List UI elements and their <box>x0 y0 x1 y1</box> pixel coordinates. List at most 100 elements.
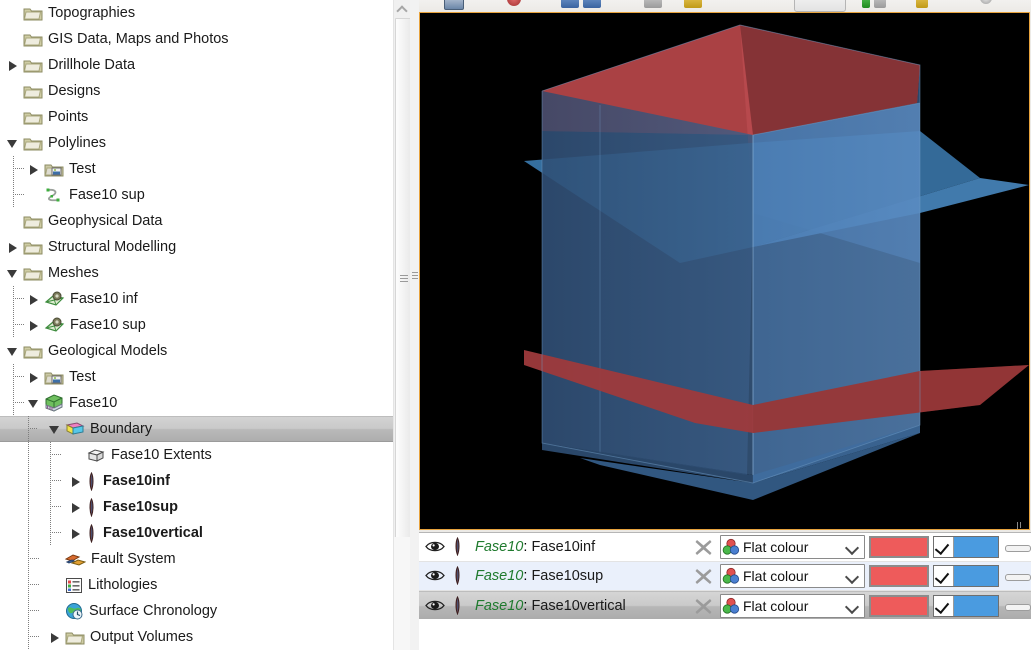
layer-opacity-group[interactable] <box>933 536 999 558</box>
tree-item-designs[interactable]: Designs <box>0 78 393 104</box>
layer-row[interactable]: Fase10: Fase10vertical Flat colour <box>419 591 1031 621</box>
project-explorer-panel[interactable]: Topographies GIS Data, Maps and Photos Dri… <box>0 0 393 650</box>
viewport-resize-grip-icon[interactable] <box>1017 522 1025 529</box>
tree-twisty-collapsed-icon[interactable] <box>69 520 84 546</box>
toolbar-icon-redo[interactable] <box>583 0 601 8</box>
tree-item-points[interactable]: Points <box>0 104 393 130</box>
toolbar-dropdown-button[interactable] <box>794 0 846 12</box>
tree-item-surface-chronology[interactable]: Surface Chronology <box>0 598 393 624</box>
colour-mode-dropdown[interactable]: Flat colour <box>720 535 865 559</box>
layer-opacity-checkbox[interactable] <box>934 596 954 616</box>
remove-layer-icon[interactable] <box>694 597 713 620</box>
toolbar-icon-yellow-marker[interactable] <box>916 0 928 8</box>
layer-visibility-toggle[interactable] <box>419 592 449 620</box>
tree-twisty-expanded-icon[interactable] <box>6 338 21 364</box>
tree-item-boundary[interactable]: Boundary <box>0 416 393 442</box>
layer-opacity-checkbox[interactable] <box>934 537 954 557</box>
scrollbar-track[interactable] <box>394 537 410 650</box>
tree-twisty-collapsed-icon[interactable] <box>6 234 21 260</box>
viewport-toolbar[interactable] <box>419 0 1031 12</box>
layer-remove-button[interactable] <box>686 533 720 561</box>
tree-twisty-collapsed-icon[interactable] <box>27 312 42 338</box>
tree-item-polylines[interactable]: Polylines <box>0 130 393 156</box>
layer-row[interactable]: Fase10: Fase10sup Flat colour <box>419 562 1031 591</box>
layer-opacity-slider[interactable] <box>1003 562 1031 590</box>
colour-mode-dropdown[interactable]: Flat colour <box>720 594 865 618</box>
tree-item-fase10vertical[interactable]: Fase10vertical <box>0 520 393 546</box>
tree-item-geophysical-data[interactable]: Geophysical Data <box>0 208 393 234</box>
layer-opacity-group[interactable] <box>933 595 999 617</box>
remove-layer-icon[interactable] <box>694 538 713 561</box>
visibility-eye-icon[interactable] <box>425 568 445 587</box>
layer-remove-button[interactable] <box>686 592 720 620</box>
folder-icon <box>23 135 43 151</box>
layer-opacity-slider[interactable] <box>1003 592 1031 620</box>
tree-item-fase10inf[interactable]: Fase10inf <box>0 468 393 494</box>
tree-twisty-collapsed-icon[interactable] <box>27 156 42 182</box>
layer-opacity-colour[interactable] <box>954 537 998 557</box>
layer-visibility-toggle[interactable] <box>419 562 449 590</box>
scene-layer-list[interactable]: Fase10: Fase10inf Flat colour Fase10: Fase… <box>419 532 1031 651</box>
layer-colour-swatch[interactable] <box>869 536 929 558</box>
tree-item-structural-modelling[interactable]: Structural Modelling <box>0 234 393 260</box>
layer-remove-button[interactable] <box>686 562 720 590</box>
layer-opacity-colour[interactable] <box>954 566 998 586</box>
panel-splitter[interactable] <box>410 0 419 650</box>
tree-item-fase10-extents[interactable]: Fase10 Extents <box>0 442 393 468</box>
tree-item-lithologies[interactable]: Lithologies <box>0 572 393 598</box>
tree-twisty-collapsed-icon[interactable] <box>69 494 84 520</box>
visibility-eye-icon[interactable] <box>425 598 445 617</box>
3d-scene-viewport[interactable] <box>419 12 1030 530</box>
chevron-down-icon[interactable] <box>844 569 860 585</box>
chevron-down-icon[interactable] <box>844 540 860 556</box>
toolbar-icon-yellow-tool[interactable] <box>684 0 702 8</box>
tree-twisty-expanded-icon[interactable] <box>6 260 21 286</box>
layer-opacity-slider[interactable] <box>1003 533 1031 561</box>
remove-layer-icon[interactable] <box>694 567 713 590</box>
layer-opacity-group[interactable] <box>933 565 999 587</box>
folder-icon <box>23 57 43 73</box>
tree-item-fase10-sup[interactable]: Fase10 sup <box>0 182 393 208</box>
tree-item-test[interactable]: Test <box>0 364 393 390</box>
tree-item-test[interactable]: Test <box>0 156 393 182</box>
layer-opacity-checkbox[interactable] <box>934 566 954 586</box>
chevron-down-icon[interactable] <box>844 599 860 615</box>
toolbar-icon-undo[interactable] <box>561 0 579 8</box>
mesh-icon <box>44 291 65 308</box>
layer-row[interactable]: Fase10: Fase10inf Flat colour <box>419 533 1031 562</box>
tree-item-output-volumes[interactable]: Output Volumes <box>0 624 393 650</box>
tree-item-gis-data-maps-and-photos[interactable]: GIS Data, Maps and Photos <box>0 26 393 52</box>
tree-item-drillhole-data[interactable]: Drillhole Data <box>0 52 393 78</box>
tree-item-fase10sup[interactable]: Fase10sup <box>0 494 393 520</box>
colour-mode-dropdown[interactable]: Flat colour <box>720 564 865 588</box>
scroll-up-arrow-icon[interactable] <box>394 0 410 17</box>
layer-opacity-colour[interactable] <box>954 596 998 616</box>
tree-twisty-collapsed-icon[interactable] <box>27 364 42 390</box>
layer-colour-swatch[interactable] <box>869 595 929 617</box>
tree-twisty-collapsed-icon[interactable] <box>27 286 42 312</box>
visibility-eye-icon[interactable] <box>425 539 445 558</box>
tree-twisty-collapsed-icon[interactable] <box>48 624 63 650</box>
tree-item-fase10-inf[interactable]: Fase10 inf <box>0 286 393 312</box>
tree-item-fase10-sup[interactable]: Fase10 sup <box>0 312 393 338</box>
tree-twisty-expanded-icon[interactable] <box>27 390 42 416</box>
tree-item-fault-system[interactable]: Fault System <box>0 546 393 572</box>
tree-twisty-expanded-icon[interactable] <box>6 130 21 156</box>
tree-twisty-expanded-icon[interactable] <box>48 416 63 442</box>
tree-twisty-collapsed-icon[interactable] <box>6 52 21 78</box>
tree-item-meshes[interactable]: Meshes <box>0 260 393 286</box>
toolbar-icon-record[interactable] <box>507 0 521 6</box>
toolbar-icon-open[interactable] <box>444 0 464 10</box>
toolbar-icon-grey-marker[interactable] <box>874 0 886 8</box>
layer-colour-swatch[interactable] <box>869 565 929 587</box>
toolbar-icon-grey-tool[interactable] <box>644 0 662 8</box>
toolbar-icon-sphere[interactable] <box>980 0 992 4</box>
tree-item-topographies[interactable]: Topographies <box>0 0 393 26</box>
scrollbar-thumb[interactable] <box>395 18 411 539</box>
tree-twisty-collapsed-icon[interactable] <box>69 468 84 494</box>
tree-item-fase10[interactable]: Fase10 <box>0 390 393 416</box>
tree-vertical-scrollbar[interactable] <box>393 0 411 650</box>
layer-visibility-toggle[interactable] <box>419 533 449 561</box>
toolbar-icon-green-marker[interactable] <box>862 0 870 8</box>
tree-item-geological-models[interactable]: Geological Models <box>0 338 393 364</box>
